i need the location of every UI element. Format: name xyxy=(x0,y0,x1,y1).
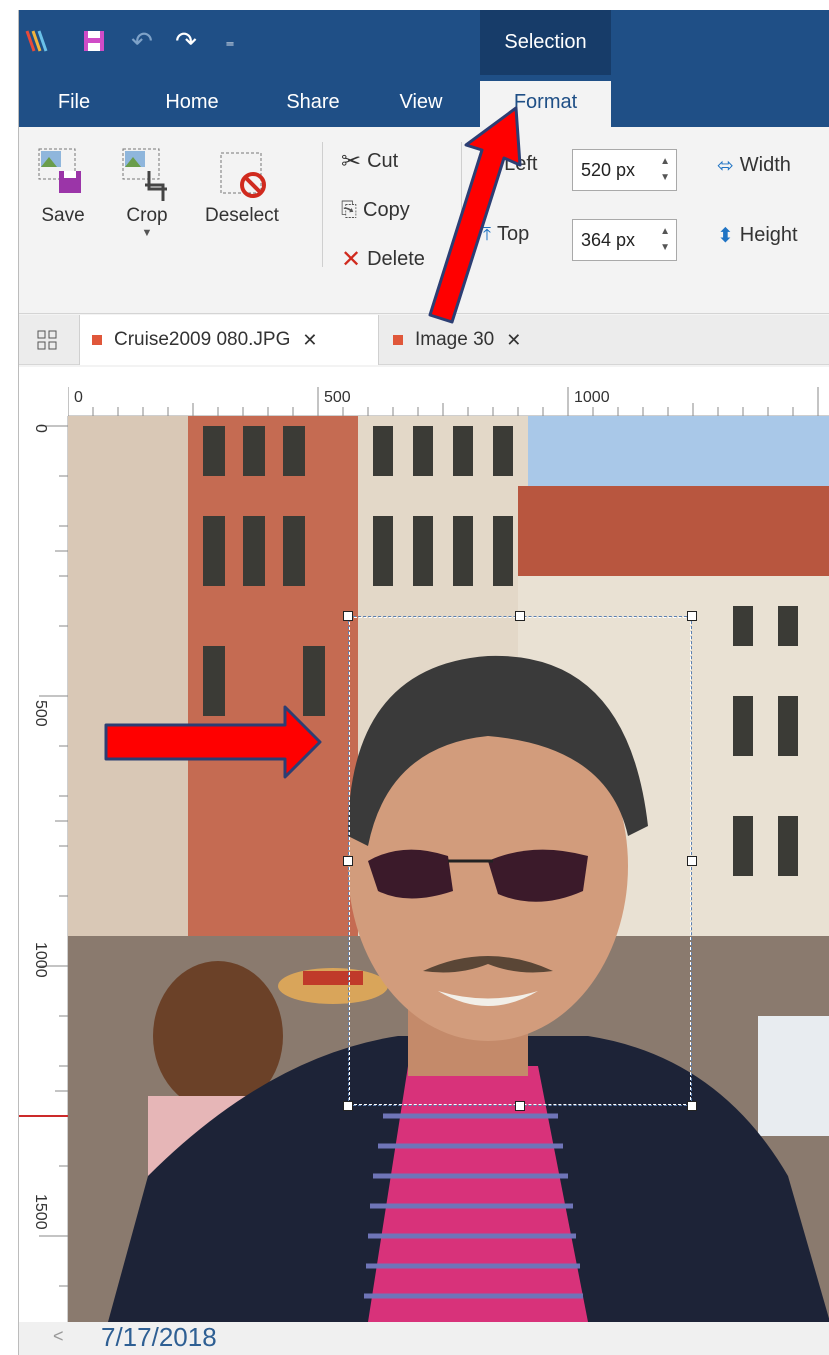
document-tab-label: Image 30 xyxy=(415,329,495,350)
position-top-icon: ⤒ xyxy=(483,224,491,244)
cut-button[interactable]: ✂ Cut xyxy=(341,147,398,176)
top-position-input[interactable]: 364 px ▲ ▼ xyxy=(572,219,677,261)
vruler-label-500: 500 xyxy=(32,700,49,727)
copy-icon: ⎘ xyxy=(341,199,357,221)
save-label: Save xyxy=(41,205,85,226)
ribbon-separator xyxy=(461,142,462,267)
height-button[interactable]: ⬍ Height xyxy=(717,223,798,248)
height-icon: ⬍ xyxy=(717,225,734,247)
ribbon-separator xyxy=(322,142,323,267)
resize-handle[interactable] xyxy=(515,1101,525,1111)
ribbon: Save Crop ▼ Deselect ✂ Cut ⎘ Copy ✕ Dele… xyxy=(19,127,829,314)
crop-label: Crop xyxy=(126,205,168,226)
crop-button[interactable]: Crop ▼ xyxy=(119,145,175,239)
scroll-left-icon[interactable]: < xyxy=(53,1326,64,1347)
ruler-label-1000: 1000 xyxy=(574,389,610,406)
cut-label: Cut xyxy=(367,150,399,172)
top-label-group: ⤒ Top xyxy=(483,223,529,246)
copy-button[interactable]: ⎘ Copy xyxy=(341,199,410,222)
delete-button[interactable]: ✕ Delete xyxy=(341,245,425,274)
image-color-icon xyxy=(92,335,102,345)
delete-label: Delete xyxy=(367,248,425,270)
document-tab[interactable]: Image 30 ✕ xyxy=(381,315,571,365)
left-label: Left xyxy=(504,153,538,175)
save-icon[interactable] xyxy=(79,24,109,58)
selection-context-tab: Selection xyxy=(480,10,611,75)
tab-share[interactable]: Share xyxy=(273,89,353,127)
horizontal-ruler: 0 500 1000 xyxy=(68,367,829,416)
tab-view[interactable]: View xyxy=(383,89,459,127)
screenshot-frame: ↶ ↷ ₌ Selection File Home Share View For… xyxy=(0,0,829,1355)
top-spinner[interactable]: ▲ ▼ xyxy=(660,224,670,256)
position-left-icon: ⇥ xyxy=(483,154,499,174)
deselect-icon xyxy=(220,152,266,198)
close-icon[interactable]: ✕ xyxy=(506,330,521,351)
tab-home[interactable]: Home xyxy=(147,89,237,127)
vruler-label-0: 0 xyxy=(32,424,49,433)
app-logo-icon xyxy=(23,24,53,58)
left-position-input[interactable]: 520 px ▲ ▼ xyxy=(572,149,677,191)
delete-x-icon: ✕ xyxy=(341,246,362,273)
crop-dropdown-icon[interactable]: ▼ xyxy=(142,227,153,239)
vruler-label-1000: 1000 xyxy=(32,942,49,978)
width-label: Width xyxy=(739,154,791,176)
document-tab-active[interactable]: Cruise2009 080.JPG ✕ xyxy=(79,315,379,365)
status-bar: < 7/17/2018 xyxy=(19,1322,829,1355)
document-tab-label: Cruise2009 080.JPG xyxy=(114,329,291,350)
save-button[interactable]: Save xyxy=(35,145,91,227)
ribbon-tab-row: File Home Share View Format xyxy=(19,75,829,127)
status-date: 7/17/2018 xyxy=(101,1322,217,1352)
redo-icon[interactable]: ↷ xyxy=(171,24,201,58)
save-image-icon xyxy=(38,148,81,193)
deselect-label: Deselect xyxy=(205,205,279,226)
top-value: 364 px xyxy=(581,229,636,250)
resize-handle[interactable] xyxy=(687,856,697,866)
deselect-button[interactable]: Deselect xyxy=(205,145,279,227)
width-icon: ⬄ xyxy=(717,155,734,177)
copy-label: Copy xyxy=(363,199,410,221)
ruler-label-0: 0 xyxy=(74,389,83,406)
close-icon[interactable]: ✕ xyxy=(302,330,317,351)
ruler-label-500: 500 xyxy=(324,389,351,406)
image-canvas[interactable] xyxy=(68,416,829,1322)
app-window: ↶ ↷ ₌ Selection File Home Share View For… xyxy=(18,10,829,1355)
ruler-corner xyxy=(19,367,68,416)
image-color-icon xyxy=(393,335,403,345)
tab-overview-grid-icon[interactable] xyxy=(21,315,73,365)
resize-handle[interactable] xyxy=(515,611,525,621)
resize-handle[interactable] xyxy=(687,611,697,621)
selection-rectangle[interactable] xyxy=(348,616,692,1106)
width-button[interactable]: ⬄ Width xyxy=(717,153,791,178)
left-spinner[interactable]: ▲ ▼ xyxy=(660,154,670,186)
resize-handle[interactable] xyxy=(343,611,353,621)
undo-icon[interactable]: ↶ xyxy=(127,24,157,58)
document-tabs: Cruise2009 080.JPG ✕ Image 30 ✕ xyxy=(19,315,829,365)
quick-access-toolbar: ↶ ↷ ₌ xyxy=(19,10,829,75)
resize-handle[interactable] xyxy=(687,1101,697,1111)
vertical-ruler: 0 500 1000 1500 xyxy=(19,416,68,1322)
customize-qat-icon[interactable]: ₌ xyxy=(215,24,245,58)
height-label: Height xyxy=(739,224,798,246)
top-label: Top xyxy=(496,223,530,245)
resize-handle[interactable] xyxy=(343,1101,353,1111)
scissors-icon: ✂ xyxy=(341,148,362,175)
left-value: 520 px xyxy=(581,159,636,180)
tab-file[interactable]: File xyxy=(39,89,109,127)
crop-icon xyxy=(122,148,167,201)
left-label-group: ⇥ Left xyxy=(483,153,537,176)
tab-format[interactable]: Format xyxy=(480,81,611,127)
resize-handle[interactable] xyxy=(343,856,353,866)
vruler-label-1500: 1500 xyxy=(32,1194,49,1230)
